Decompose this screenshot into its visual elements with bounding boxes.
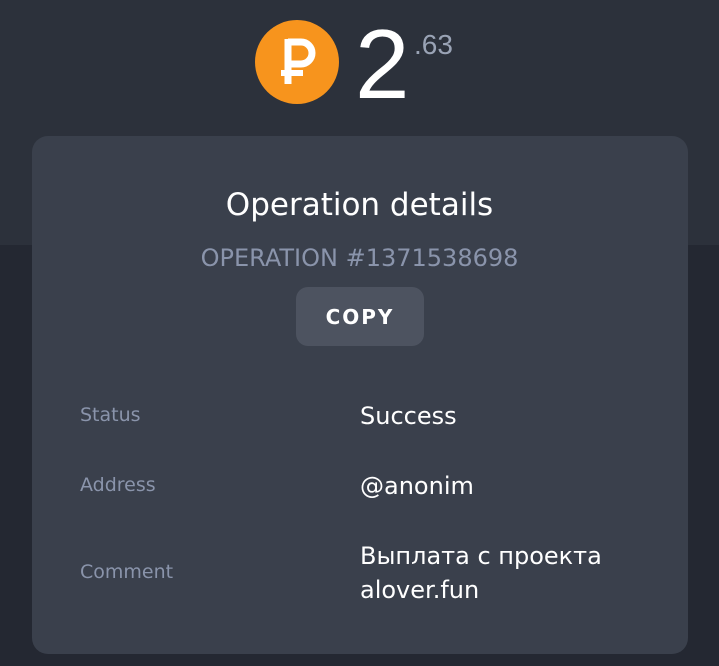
- copy-button[interactable]: COPY: [296, 287, 424, 346]
- operation-id: OPERATION #1371538698: [200, 244, 519, 272]
- status-label: Status: [80, 404, 141, 426]
- ruble-coin-icon: [255, 20, 339, 104]
- comment-value-line1: Выплата с проекта: [360, 542, 602, 570]
- comment-label: Comment: [80, 561, 174, 583]
- comment-value-line2: alover.fun: [360, 576, 480, 604]
- address-value: @anonim: [360, 472, 474, 500]
- card-title: Operation details: [225, 187, 494, 223]
- balance-integer: 2: [355, 9, 410, 119]
- ruble-icon: [281, 38, 316, 84]
- balance-fraction: .63: [414, 29, 453, 60]
- status-value: Success: [360, 402, 457, 430]
- address-label: Address: [80, 474, 156, 496]
- balance-header: 2 .63: [0, 0, 719, 130]
